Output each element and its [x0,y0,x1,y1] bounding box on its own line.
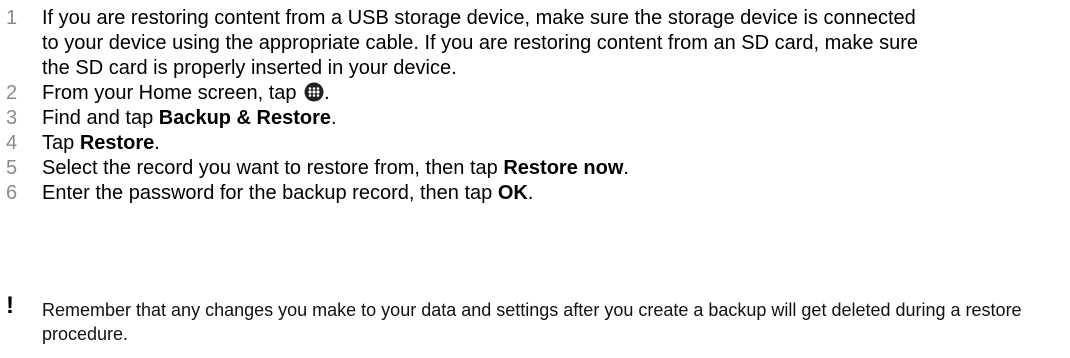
step-text-prefix: Enter the password for the backup record… [42,182,498,204]
step-5: 5 Select the record you want to restore … [0,156,1070,181]
step-2: 2 From your Home screen, tap . [0,81,1070,106]
step-list: 1 If you are restoring content from a US… [0,6,1070,206]
step-4: 4 Tap Restore. [0,131,1070,156]
step-text-suffix: . [527,182,534,204]
step-3: 3 Find and tap Backup & Restore. [0,106,1070,131]
apps-grid-icon [304,82,324,102]
step-number: 3 [6,107,18,129]
step-6: 6 Enter the password for the backup reco… [0,181,1070,206]
step-text-suffix: . [324,82,330,104]
step-text: Select the record you want to restore fr… [42,156,932,181]
step-text: If you are restoring content from a USB … [42,7,919,79]
step-text: Enter the password for the backup record… [42,181,932,206]
step-number: 6 [6,182,18,204]
step-number: 1 [6,7,18,29]
step-text: From your Home screen, tap . [42,81,932,106]
step-text-suffix: . [623,157,629,179]
step-text-prefix: Select the record you want to restore fr… [42,157,504,179]
step-text-prefix: Find and tap [42,107,159,129]
step-text: Find and tap Backup & Restore. [42,106,932,131]
warning-note-text: Remember that any changes you make to yo… [42,300,1022,344]
step-text-prefix: Tap [42,132,80,154]
step-text-suffix: . [154,132,160,154]
ui-label-restore-now: Restore now [503,157,624,179]
ui-label-ok: OK [497,182,528,204]
step-1: 1 If you are restoring content from a US… [0,6,1070,81]
document-page: 1 If you are restoring content from a US… [0,0,1070,358]
cropped-heading-fragment [64,0,684,4]
ui-label-restore: Restore [79,132,155,154]
step-number: 2 [6,82,18,104]
step-text-prefix: From your Home screen, tap [42,82,303,104]
warning-exclamation-icon: ! [6,292,14,319]
step-text: Tap Restore. [42,131,932,156]
step-number: 5 [6,157,18,179]
step-number: 4 [6,132,18,154]
step-text-suffix: . [331,107,337,129]
warning-note: ! Remember that any changes you make to … [0,294,1070,346]
ui-label-backup-restore: Backup & Restore [158,107,332,129]
